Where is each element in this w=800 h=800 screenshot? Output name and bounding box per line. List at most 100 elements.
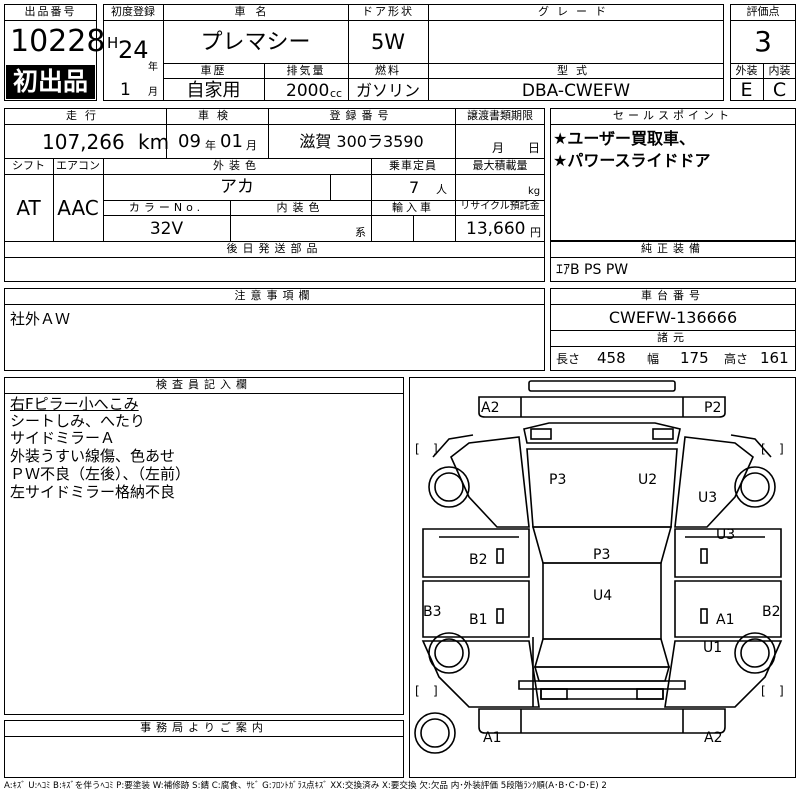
mark-b1-left-rear-door: B1 xyxy=(469,612,488,628)
lot-number-label: 出品番号 xyxy=(24,5,77,18)
mark-a2-front-left: A2 xyxy=(481,400,500,416)
model-label: 型式 xyxy=(557,64,595,77)
inspection-year-unit: 年 xyxy=(205,139,216,152)
mark-p3-hood: P3 xyxy=(549,472,567,488)
sales-points-box xyxy=(550,108,796,241)
interior-color-unit: 系 xyxy=(355,226,366,239)
history-value: 自家用 xyxy=(186,80,241,101)
first-reg-label: 初度登録 xyxy=(111,5,155,18)
chassis-label: 車台番号 xyxy=(641,289,705,302)
hood xyxy=(526,448,678,528)
reg-number-label: 登録番号 xyxy=(329,109,394,122)
length-label: 長さ xyxy=(556,352,581,366)
reg-number: 滋賀 300ラ3590 xyxy=(299,132,424,151)
rear-light-left xyxy=(540,688,568,700)
inspector-note-5: ＰＷ不良（左後）、（左前） xyxy=(10,465,191,483)
grade-label: グレード xyxy=(538,5,614,18)
inspector-note-4: 外装うすい線傷、色あせ xyxy=(10,447,176,465)
right-bracket-top: [ xyxy=(761,442,766,456)
dims-label: 諸元 xyxy=(657,331,689,344)
car-diagram: [ ] [ ] [ ] [ ] xyxy=(414,380,784,754)
first-listing-text: 初出品 xyxy=(12,67,88,96)
interior-grade: C xyxy=(772,79,787,101)
ac-value: AAC xyxy=(57,196,99,220)
color-no: 32V xyxy=(149,219,184,239)
inspector-note-3: サイドミラーＡ xyxy=(10,429,116,447)
width-value: 175 xyxy=(680,349,709,367)
recycle-unit: 円 xyxy=(530,226,541,239)
deadline-month-unit: 月 xyxy=(492,141,505,155)
inspector-note-6: 左サイドミラー格納不良 xyxy=(10,483,176,501)
ac-label: エアコン xyxy=(56,159,100,172)
inspection-month: 01 xyxy=(220,131,243,152)
score-value: 3 xyxy=(754,25,772,58)
svg-text:]: ] xyxy=(433,684,438,698)
width-label: 幅 xyxy=(647,352,660,366)
score-label: 評価点 xyxy=(746,5,780,18)
mark-a1-right-rear-door: A1 xyxy=(716,612,735,628)
capacity-value: 7 xyxy=(409,178,420,197)
equipment-label: 純正装備 xyxy=(641,242,705,255)
inspector-note-2: シートしみ、へたり xyxy=(10,412,146,430)
inspection-label: 車検 xyxy=(198,109,236,122)
mileage-unit: km xyxy=(138,130,170,154)
displacement-value: 2000 xyxy=(286,81,330,101)
mark-b2-right-side: B2 xyxy=(762,604,781,620)
fuel-value: ガソリン xyxy=(355,81,420,100)
car-name: プレマシー xyxy=(200,30,311,55)
reg-month: 1 xyxy=(120,80,131,100)
deadline-day-unit: 日 xyxy=(528,141,541,155)
later-parts-label: 後日発送部品 xyxy=(226,242,323,255)
door-label: ドア形状 xyxy=(362,5,414,18)
inspection-year: 09 xyxy=(178,131,201,152)
mark-a2-rear-right: A2 xyxy=(704,730,723,746)
max-load-label: 最大積載量 xyxy=(472,159,528,172)
reg-year-unit: 年 xyxy=(148,62,158,73)
import-label: 輸入車 xyxy=(392,201,434,214)
mark-p2-front-right: P2 xyxy=(704,400,722,416)
front-bumper-strip xyxy=(528,380,676,392)
svg-text:[: [ xyxy=(761,684,766,698)
door-type: 5W xyxy=(370,30,406,54)
mark-u3-right-fender: U3 xyxy=(698,490,718,506)
mark-p3-roof: P3 xyxy=(593,547,611,563)
mileage-value: 107,266 xyxy=(42,130,125,154)
front-bumper xyxy=(478,396,726,418)
displacement-unit: cc xyxy=(330,87,343,100)
interior-color-label: 内装色 xyxy=(276,201,325,214)
length-value: 458 xyxy=(597,349,626,367)
inspector-label: 検査員記入欄 xyxy=(156,378,252,391)
car-name-label: 車名 xyxy=(234,5,277,18)
height-label: 高さ xyxy=(724,352,749,366)
rear-bumper xyxy=(478,708,726,734)
grille xyxy=(523,422,681,444)
right-bracket-mid: ] xyxy=(779,442,784,456)
capacity-label: 乗車定員 xyxy=(389,159,437,172)
inspection-month-unit: 月 xyxy=(246,139,257,152)
color-no-label: カラーNo. xyxy=(128,201,205,214)
height-value: 161 xyxy=(760,349,789,367)
shift-value: AT xyxy=(16,196,41,220)
office-notice-label: 事務局よりご案内 xyxy=(140,721,268,734)
recycle-value: 13,660 xyxy=(466,219,526,239)
reg-year: 24 xyxy=(118,36,149,64)
sales-point-1: ★ユーザー買取車、 xyxy=(553,129,696,148)
reg-month-unit: 月 xyxy=(148,87,158,98)
caution-value: 社外ＡＷ xyxy=(10,310,71,328)
mark-u3-right-front-door: U3 xyxy=(716,527,736,543)
equipment-value: ｴｱB PS PW xyxy=(556,262,629,278)
sales-point-2: ★パワースライドドア xyxy=(553,151,711,170)
legend-text: A:ｷｽﾞ U:ﾍｺﾐ B:ｷｽﾞを伴うﾍｺﾐ P:要塗装 W:補修跡 S:錆 … xyxy=(4,781,607,791)
mark-u1-right-quarter: U1 xyxy=(703,640,723,656)
svg-text:]: ] xyxy=(779,684,784,698)
body-color: アカ xyxy=(220,177,254,197)
model-value: DBA-CWEFW xyxy=(521,81,631,101)
rear-glass xyxy=(533,638,671,668)
exterior-label: 外装 xyxy=(735,64,758,77)
body-color-label: 外装色 xyxy=(213,159,261,172)
era-prefix: H xyxy=(107,34,119,52)
history-label: 車歴 xyxy=(200,64,227,77)
rear-panel xyxy=(518,680,686,690)
svg-text:[: [ xyxy=(415,684,420,698)
fuel-label: 燃料 xyxy=(375,64,401,77)
